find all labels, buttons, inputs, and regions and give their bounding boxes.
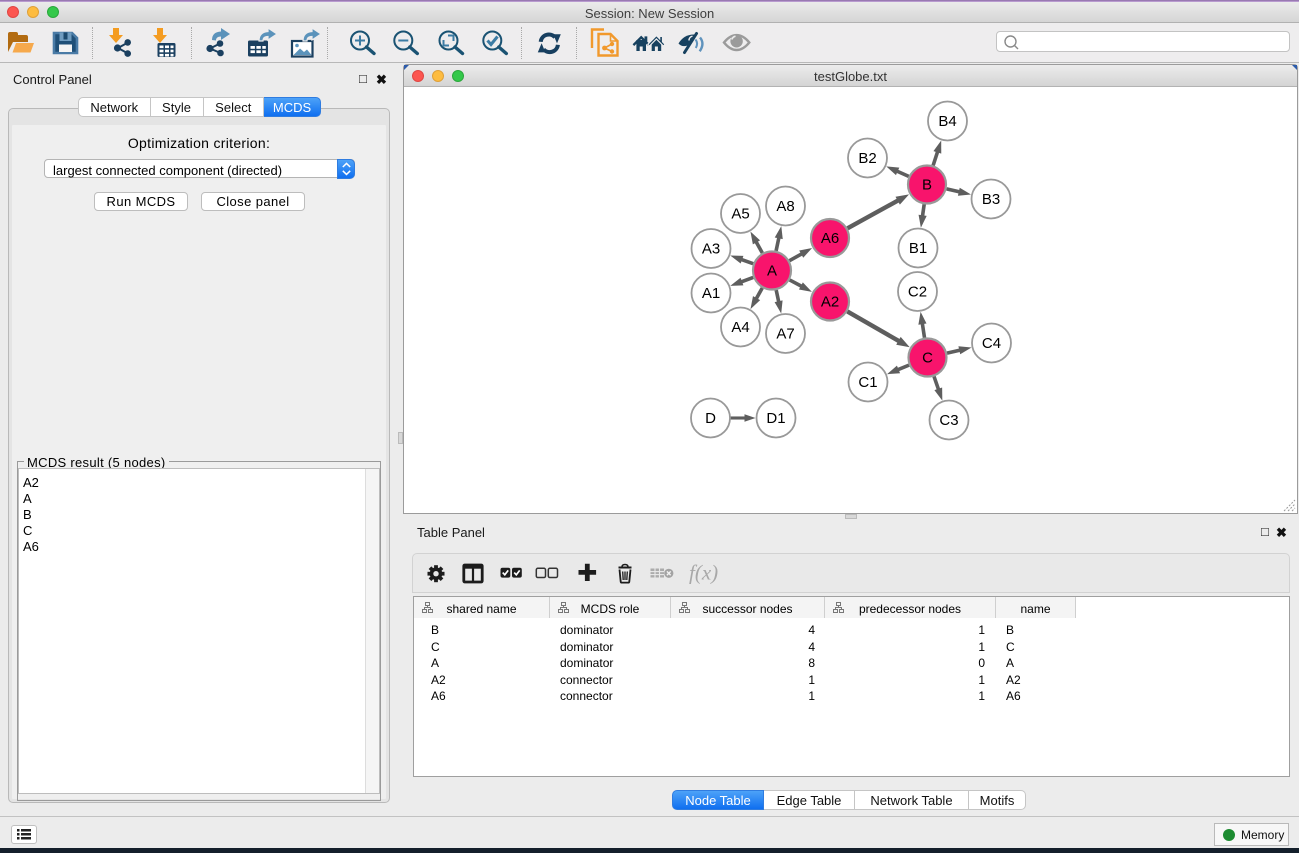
svg-text:B1: B1 xyxy=(909,240,927,257)
svg-text:f(x): f(x) xyxy=(689,561,718,585)
svg-text:C3: C3 xyxy=(939,412,958,429)
svg-text:C: C xyxy=(922,350,933,367)
svg-text:B2: B2 xyxy=(858,150,876,167)
svg-text:A1: A1 xyxy=(702,285,720,302)
svg-text:C1: C1 xyxy=(858,374,877,391)
svg-text:B4: B4 xyxy=(938,113,956,130)
svg-text:A5: A5 xyxy=(731,206,749,223)
svg-text:A8: A8 xyxy=(776,198,794,215)
svg-text:C2: C2 xyxy=(908,284,927,301)
svg-text:A: A xyxy=(767,263,777,280)
svg-text:A2: A2 xyxy=(821,294,839,311)
svg-text:A3: A3 xyxy=(702,241,720,258)
svg-text:D: D xyxy=(705,410,716,427)
svg-text:B3: B3 xyxy=(982,191,1000,208)
svg-text:A6: A6 xyxy=(821,230,839,247)
svg-text:A7: A7 xyxy=(776,326,794,343)
svg-text:B: B xyxy=(922,177,932,194)
svg-text:D1: D1 xyxy=(766,410,785,427)
svg-text:A4: A4 xyxy=(731,319,749,336)
svg-text:C4: C4 xyxy=(982,335,1001,352)
